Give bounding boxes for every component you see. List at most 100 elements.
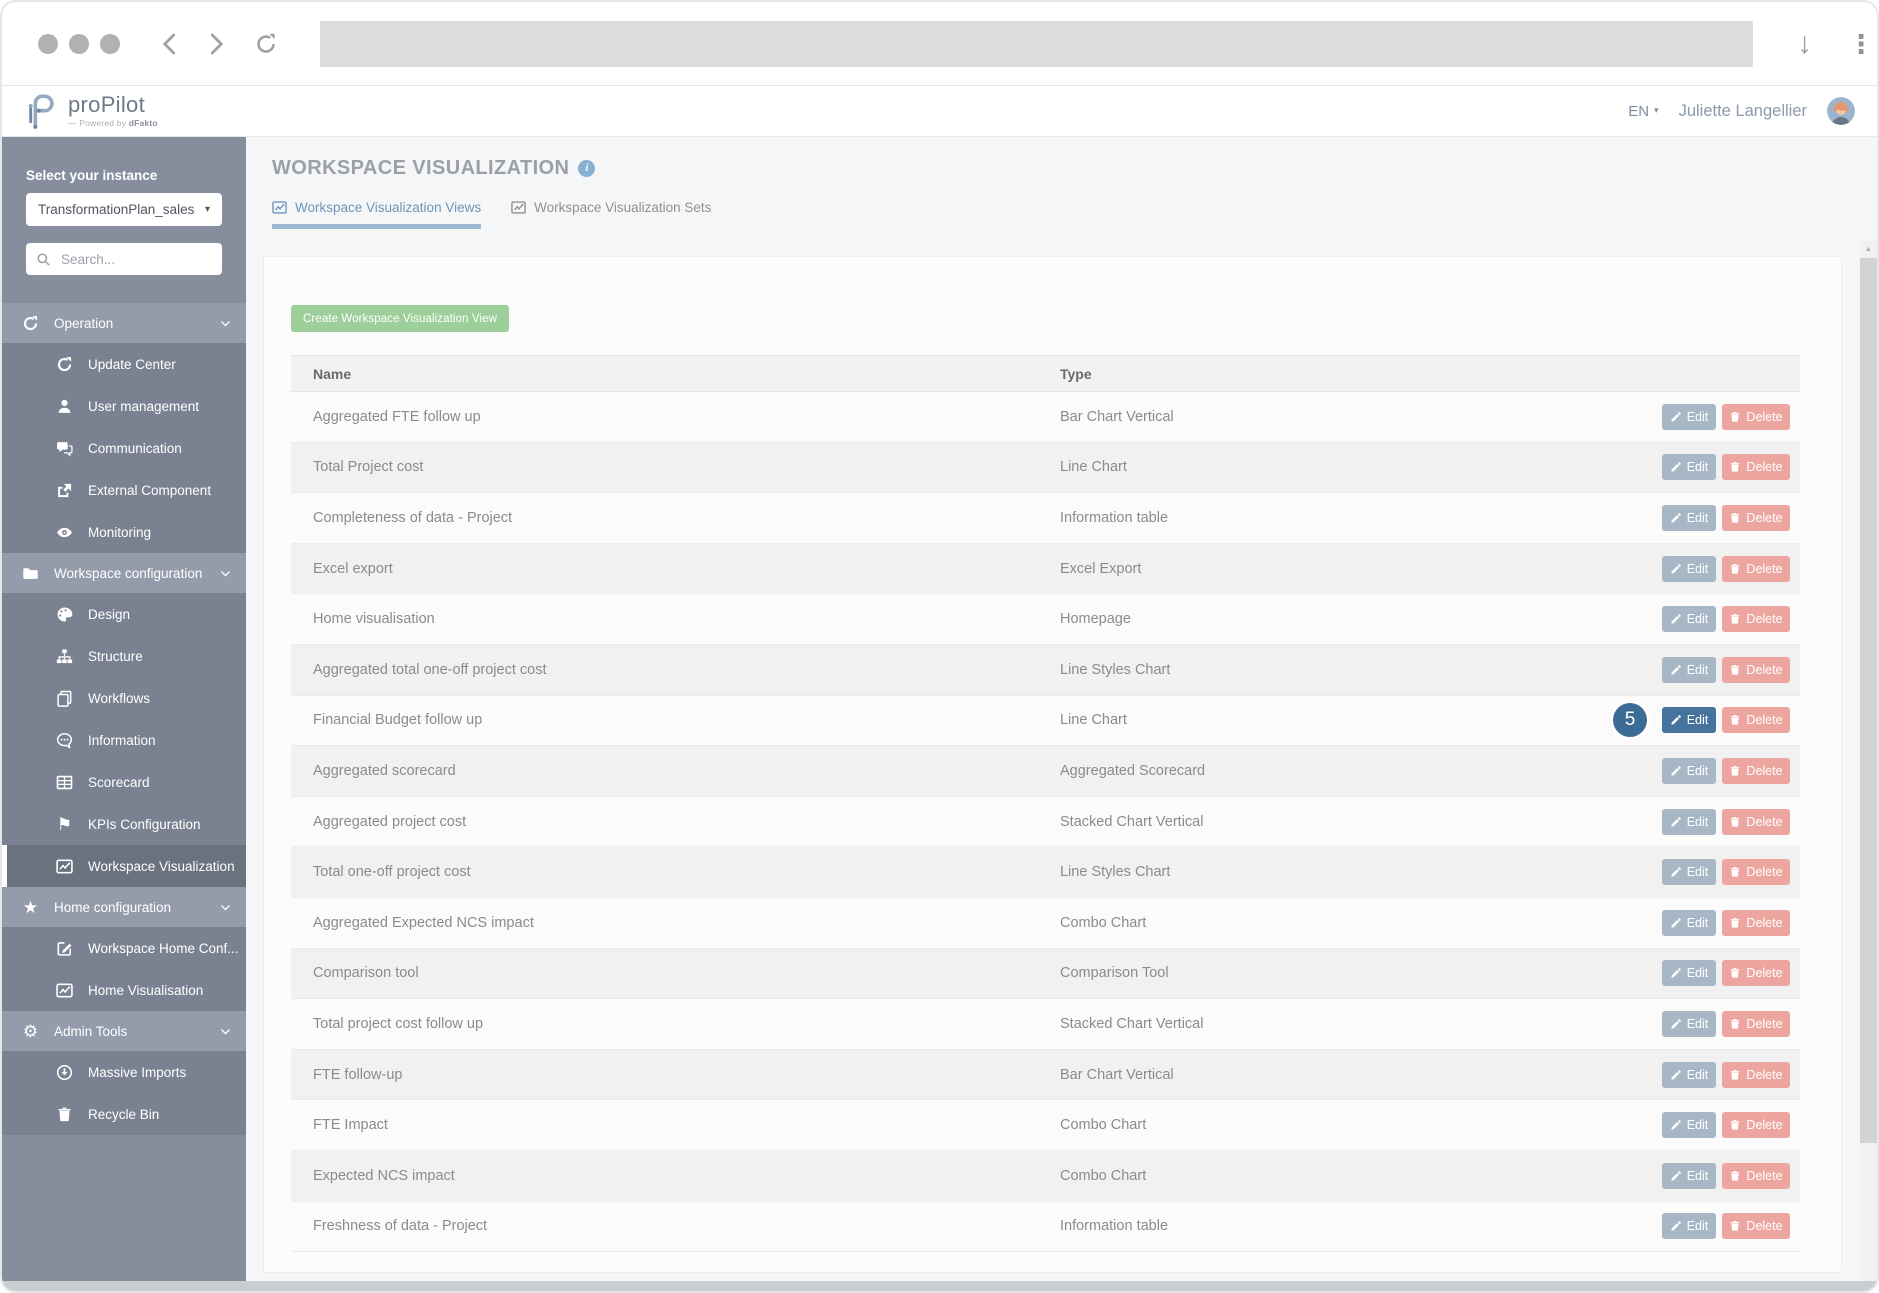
sidebar-section-home-configuration[interactable]: ★ Home configuration [2,887,246,927]
row-actions: Edit Delete [1662,1010,1800,1037]
avatar[interactable] [1827,97,1855,125]
sidebar-item-label: KPIs Configuration [88,816,201,832]
propilot-logo-icon [26,92,60,130]
row-actions: 5 Edit Delete [1613,703,1800,738]
row-name: FTE Impact [313,1117,388,1134]
delete-button[interactable]: Delete [1722,1112,1790,1139]
delete-button[interactable]: Delete [1722,504,1790,531]
delete-label: Delete [1746,662,1783,677]
palette-icon [56,606,73,623]
sidebar-item-label: Structure [88,648,143,664]
sidebar-item-workspace-visualization[interactable]: Workspace Visualization [2,845,246,887]
delete-button[interactable]: Delete [1722,909,1790,936]
delete-button[interactable]: Delete [1722,859,1790,886]
delete-button[interactable]: Delete [1722,1010,1790,1037]
edit-button[interactable]: Edit [1662,808,1716,835]
vertical-scrollbar[interactable]: ▲ [1860,241,1877,1281]
delete-button[interactable]: Delete [1722,454,1790,481]
delete-button[interactable]: Delete [1722,1061,1790,1088]
back-icon[interactable] [156,30,184,58]
edit-button[interactable]: Edit [1662,656,1716,683]
sidebar-item-information[interactable]: Information [2,719,246,761]
sidebar-item-design[interactable]: Design [2,593,246,635]
sidebar-item-home-visualisation[interactable]: Home Visualisation [2,969,246,1011]
kebab-menu-icon[interactable]: ⋮ [1848,31,1874,57]
edit-button[interactable]: Edit [1662,909,1716,936]
sidebar-item-user-management[interactable]: User management [2,385,246,427]
sidebar-item-communication[interactable]: Communication [2,427,246,469]
row-actions: Edit Delete [1662,909,1800,936]
sidebar-item-label: External Component [88,482,212,498]
download-icon[interactable]: ↓ [1797,28,1812,59]
edit-button[interactable]: Edit [1662,454,1716,481]
edit-button[interactable]: Edit [1662,960,1716,987]
instance-select[interactable]: TransformationPlan_sales ▾ [26,193,222,226]
sidebar-section-workspace-configuration[interactable]: Workspace configuration [2,553,246,593]
edit-button[interactable]: Edit [1662,555,1716,582]
delete-label: Delete [1746,612,1783,627]
edit-button[interactable]: Edit [1662,1112,1716,1139]
delete-button[interactable]: Delete [1722,555,1790,582]
user-menu[interactable]: Juliette Langellier [1679,102,1807,121]
sidebar-item-recycle-bin[interactable]: Recycle Bin [2,1093,246,1135]
trash-icon [1729,1220,1741,1232]
sidebar-item-workspace-home-conf[interactable]: Workspace Home Conf... [2,927,246,969]
delete-button[interactable]: Delete [1722,656,1790,683]
sidebar-item-scorecard[interactable]: Scorecard [2,761,246,803]
delete-button[interactable]: Delete [1722,606,1790,633]
edit-button[interactable]: Edit [1662,707,1716,734]
edit-button[interactable]: Edit [1662,1061,1716,1088]
edit-label: Edit [1686,713,1709,728]
edit-button[interactable]: Edit [1662,859,1716,886]
info-icon[interactable]: i [578,159,596,177]
table-row: Total one-off project cost Line Styles Ch… [291,847,1800,898]
delete-button[interactable]: Delete [1722,757,1790,784]
tab-workspace-visualization-sets[interactable]: Workspace Visualization Sets [511,196,711,229]
scroll-up-icon[interactable]: ▲ [1860,241,1877,257]
sidebar-section-operation[interactable]: Operation [2,303,246,343]
delete-button[interactable]: Delete [1722,1213,1790,1240]
url-bar[interactable] [320,20,1753,67]
edit-button[interactable]: Edit [1662,403,1716,430]
sidebar-item-kpis-configuration[interactable]: ⚑ KPIs Configuration [2,803,246,845]
views-table: Name Type Aggregated FTE follow up Bar Ch… [291,355,1800,1253]
search-input[interactable] [59,250,240,268]
sidebar-item-update-center[interactable]: Update Center [2,343,246,385]
sidebar-item-structure[interactable]: Structure [2,635,246,677]
forward-icon[interactable] [202,30,230,58]
delete-label: Delete [1746,966,1783,981]
delete-label: Delete [1746,713,1783,728]
table-row: Comparison tool Comparison Tool Edit Delete [291,948,1800,1000]
edit-square-icon [56,940,73,957]
tab-workspace-visualization-views[interactable]: Workspace Visualization Views [272,196,482,229]
row-type: Information table [1060,509,1169,526]
scrollbar-thumb[interactable] [1860,258,1877,1143]
delete-button[interactable]: Delete [1722,960,1790,987]
sidebar-item-workflows[interactable]: Workflows [2,677,246,719]
sidebar-item-massive-imports[interactable]: Massive Imports [2,1051,246,1093]
edit-button[interactable]: Edit [1662,1213,1716,1240]
edit-button[interactable]: Edit [1662,606,1716,633]
edit-button[interactable]: Edit [1662,504,1716,531]
edit-button[interactable]: Edit [1662,1162,1716,1189]
edit-button[interactable]: Edit [1662,1010,1716,1037]
reload-icon[interactable] [252,30,280,58]
table-header: Name Type [291,355,1800,392]
sidebar-item-monitoring[interactable]: Monitoring [2,511,246,553]
table-row: Aggregated Expected NCS impact Combo Char… [291,897,1800,949]
logo-link[interactable]: proPilot — Powered by dFakto [26,92,158,130]
row-actions: Edit Delete [1662,1213,1800,1240]
horizontal-scrollbar[interactable] [2,1281,1877,1291]
edit-button[interactable]: Edit [1662,757,1716,784]
delete-button[interactable]: Delete [1722,808,1790,835]
language-selector[interactable]: EN ▾ [1628,103,1658,120]
row-name: Aggregated Expected NCS impact [313,914,534,931]
sidebar-section-admin-tools[interactable]: ⚙ Admin Tools [2,1011,246,1051]
delete-button[interactable]: Delete [1722,707,1790,734]
row-type: Stacked Chart Vertical [1060,1015,1204,1032]
sidebar-item-external-component[interactable]: External Component [2,469,246,511]
create-view-button[interactable]: Create Workspace Visualization View [291,305,509,332]
table-row: Total project cost follow up Stacked Char… [291,999,1800,1050]
delete-button[interactable]: Delete [1722,1162,1790,1189]
delete-button[interactable]: Delete [1722,403,1790,430]
